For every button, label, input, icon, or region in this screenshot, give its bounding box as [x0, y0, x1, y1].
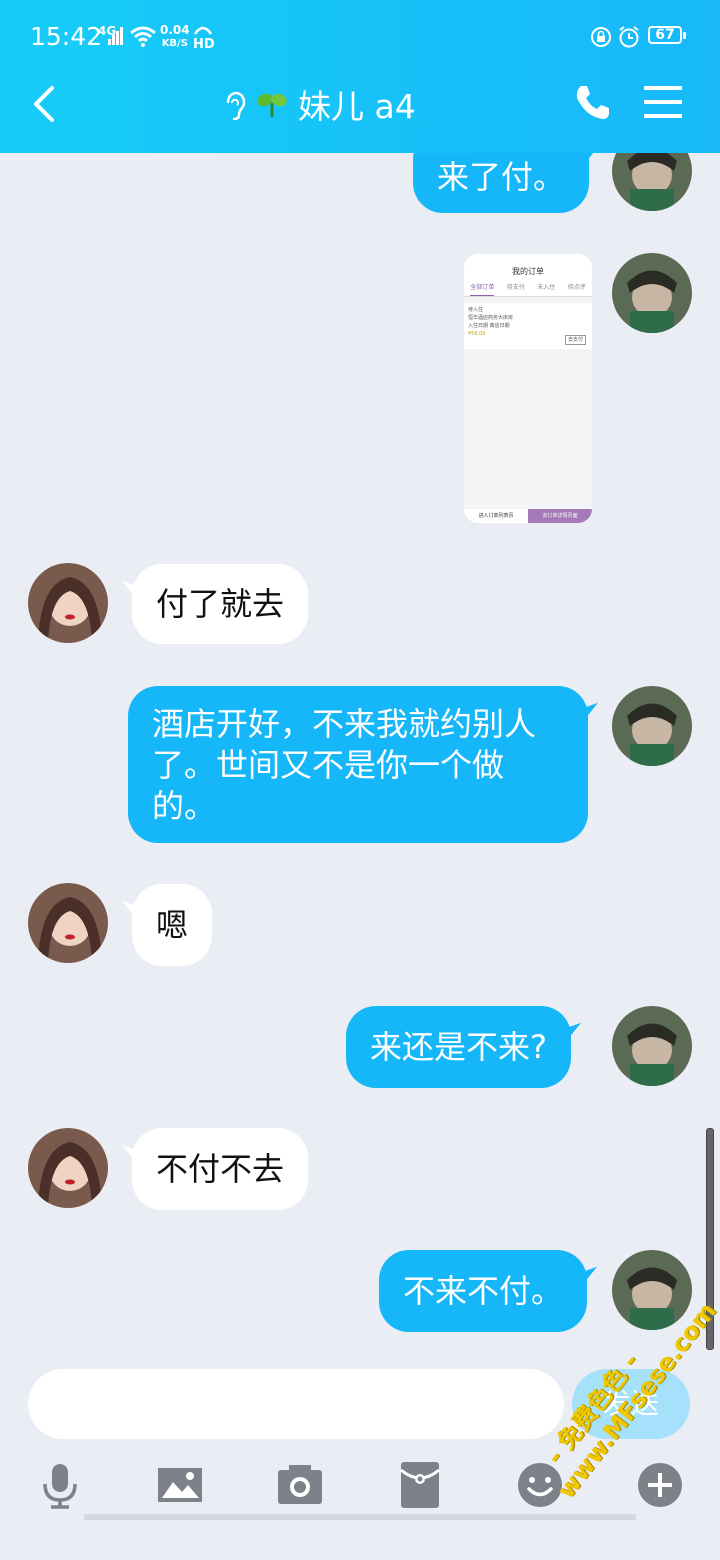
- volte-icon: [193, 26, 213, 35]
- image-icon[interactable]: [155, 1460, 205, 1510]
- back-arrow-icon[interactable]: [28, 82, 68, 126]
- male-avatar-image: [612, 253, 692, 333]
- message-bubble-sent[interactable]: 酒店开好，不来我就约别人 了。世间又不是你一个做 的。: [128, 686, 588, 843]
- hd-indicator: HD: [193, 24, 215, 52]
- my-avatar[interactable]: [612, 686, 692, 766]
- message-text: 来还是不来?: [370, 1028, 547, 1066]
- emoji-icon[interactable]: [515, 1460, 565, 1510]
- preview-tab: 未入住: [537, 284, 556, 291]
- my-avatar[interactable]: [612, 1006, 692, 1086]
- contact-avatar[interactable]: [28, 1128, 108, 1208]
- my-avatar[interactable]: [612, 1250, 692, 1330]
- contact-avatar[interactable]: [28, 563, 108, 643]
- male-avatar-image: [612, 1250, 692, 1330]
- preview-card-status: 待入住: [468, 307, 484, 313]
- speed-value: 0.04: [160, 23, 190, 37]
- microphone-icon[interactable]: [35, 1460, 85, 1510]
- battery-level: 67: [655, 27, 675, 43]
- message-bubble-received[interactable]: 不付不去: [132, 1128, 309, 1210]
- preview-bottom-bar: 进入订单列表页 去订单详情页面: [464, 509, 592, 523]
- signal-icon: [108, 27, 123, 45]
- wifi-icon: [130, 26, 156, 47]
- contact-avatar[interactable]: [28, 883, 108, 963]
- chat-title[interactable]: 妹儿 a4: [222, 82, 416, 126]
- message-bubble-sent[interactable]: 来了付。: [413, 153, 590, 213]
- contact-name: 妹儿 a4: [298, 87, 416, 126]
- preview-title: 我的订单: [464, 264, 592, 280]
- male-avatar-image: [612, 686, 692, 766]
- chat-scrollbar[interactable]: [706, 1128, 714, 1350]
- message-text: 不付不去: [156, 1150, 285, 1188]
- message-bubble-received[interactable]: 嗯: [132, 884, 213, 966]
- message-input[interactable]: [28, 1369, 564, 1439]
- plus-icon[interactable]: [635, 1460, 685, 1510]
- preview-tab: 待点评: [567, 284, 586, 291]
- speed-unit: KB/S: [161, 38, 188, 49]
- my-avatar[interactable]: [612, 153, 692, 211]
- my-avatar[interactable]: [612, 253, 692, 333]
- send-button[interactable]: 发送: [572, 1369, 690, 1439]
- network-speed: 0.04 KB/S: [160, 24, 190, 50]
- hd-label: HD: [193, 37, 215, 52]
- ear-icon: [226, 91, 246, 120]
- preview-tab: 全部订单: [470, 280, 495, 296]
- screenshot-image-message[interactable]: 我的订单 全部订单 待支付 未入住 待点评 待入住 恒华酒店商务大床房 入住日期…: [464, 254, 592, 523]
- message-bubble-received[interactable]: 付了就去: [132, 564, 309, 644]
- status-bar: 15:42 4G 0.04 KB/S HD 67: [0, 0, 720, 72]
- preview-bottom-right: 去订单详情页面: [528, 509, 592, 523]
- input-toolbar: [0, 1450, 720, 1520]
- preview-bottom-left: 进入订单列表页: [464, 509, 528, 523]
- status-time: 15:42: [30, 22, 103, 51]
- message-text: 不来不付。: [403, 1272, 564, 1310]
- female-avatar-image: [28, 563, 108, 643]
- phone-icon[interactable]: [572, 82, 612, 122]
- message-bubble-sent[interactable]: 不来不付。: [379, 1250, 588, 1332]
- menu-icon[interactable]: [644, 84, 682, 120]
- preview-order-card: 待入住 恒华酒店商务大床房 入住日期 离店日期 ¥56.00 去支付: [464, 303, 592, 349]
- chat-area[interactable]: 来了付。 我的订单 全部订单 待支付 未入住 待点评 待入住 恒华酒店商务大床房…: [0, 153, 720, 1350]
- preview-tab: 待支付: [506, 284, 525, 291]
- female-avatar-image: [28, 883, 108, 963]
- preview-card-button: 去支付: [564, 335, 586, 345]
- female-avatar-image: [28, 1128, 108, 1208]
- message-text: 嗯: [156, 906, 189, 944]
- message-bubble-sent[interactable]: 来还是不来?: [346, 1006, 571, 1088]
- top-bar: 15:42 4G 0.04 KB/S HD 67 妹儿 a4: [0, 0, 720, 153]
- preview-card-hotel: 恒华酒店商务大床房: [468, 315, 514, 321]
- sprout-icon: [257, 93, 287, 117]
- preview-card-dates: 入住日期 离店日期: [468, 323, 510, 329]
- message-text: 来了付。: [437, 158, 566, 196]
- red-packet-icon[interactable]: [395, 1460, 445, 1510]
- male-avatar-image: [612, 153, 692, 211]
- nav-gesture-bar: [84, 1514, 636, 1520]
- rotation-lock-icon: [591, 27, 611, 47]
- male-avatar-image: [612, 1006, 692, 1086]
- camera-icon[interactable]: [275, 1460, 325, 1510]
- alarm-icon: [619, 26, 639, 48]
- message-text: 付了就去: [156, 585, 285, 623]
- battery-icon: 67: [648, 26, 686, 44]
- message-text-line: 了。世间又不是你一个做: [152, 746, 505, 784]
- preview-tabs: 全部订单 待支付 未入住 待点评: [464, 280, 592, 297]
- message-text-line: 酒店开好，不来我就约别人: [152, 705, 537, 743]
- message-text-line: 的。: [152, 787, 217, 825]
